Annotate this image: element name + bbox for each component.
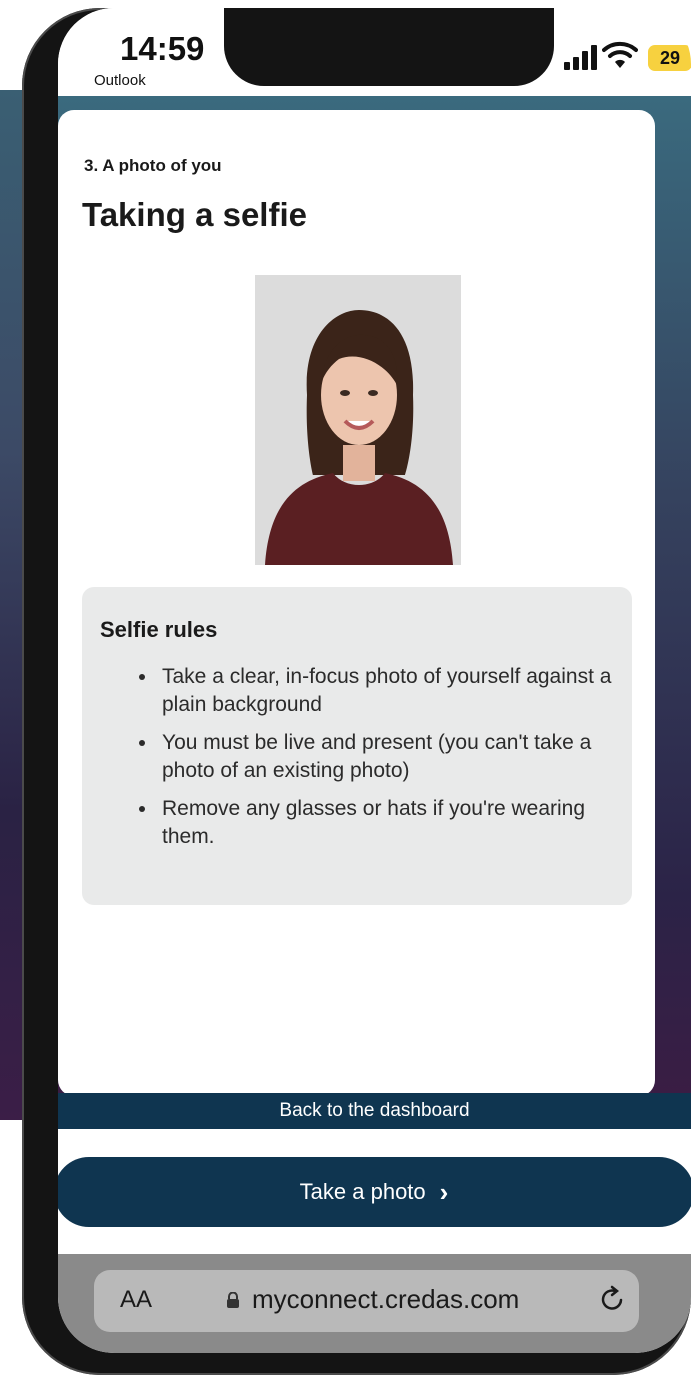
step-label: 3. A photo of you [84, 156, 222, 175]
rules-list: Take a clear, in-focus photo of yourself… [100, 663, 612, 851]
reload-icon[interactable] [598, 1284, 628, 1314]
phone-screen: 14:59 Outlook 29 3. A photo of you Takin… [58, 8, 691, 1353]
device-notch [224, 8, 554, 86]
back-to-dashboard-link[interactable]: Back to the dashboard [58, 1093, 691, 1129]
browser-toolbar: AA myconnect.credas.com [58, 1254, 691, 1353]
battery-indicator: 29 [648, 45, 691, 71]
address-bar[interactable]: AA myconnect.credas.com [94, 1270, 639, 1332]
back-to-app-link[interactable]: Outlook [94, 72, 146, 89]
text-size-button[interactable]: AA [120, 1286, 152, 1314]
status-time: 14:59 [120, 30, 205, 67]
page-title: Taking a selfie [82, 196, 307, 233]
rule-item: Take a clear, in-focus photo of yourself… [158, 663, 612, 719]
selfie-example-image [255, 275, 461, 565]
wifi-icon [602, 41, 638, 68]
rules-heading: Selfie rules [100, 617, 218, 642]
chevron-right-icon: › [439, 1176, 449, 1207]
rule-item: Remove any glasses or hats if you're wea… [158, 795, 612, 851]
selfie-info-card: 3. A photo of you Taking a selfie Selfie… [58, 110, 655, 1096]
cellular-signal-icon [564, 44, 597, 70]
selfie-rules-panel: Selfie rules Take a clear, in-focus phot… [82, 587, 632, 905]
take-photo-button[interactable]: Take a photo › [58, 1157, 691, 1227]
take-photo-label: Take a photo [299, 1179, 426, 1204]
phone-frame: 14:59 Outlook 29 3. A photo of you Takin… [22, 8, 691, 1375]
url-text: myconnect.credas.com [252, 1284, 520, 1314]
rule-item: You must be live and present (you can't … [158, 729, 612, 785]
status-bar: 14:59 Outlook 29 [58, 8, 691, 100]
lock-icon [227, 1292, 239, 1308]
